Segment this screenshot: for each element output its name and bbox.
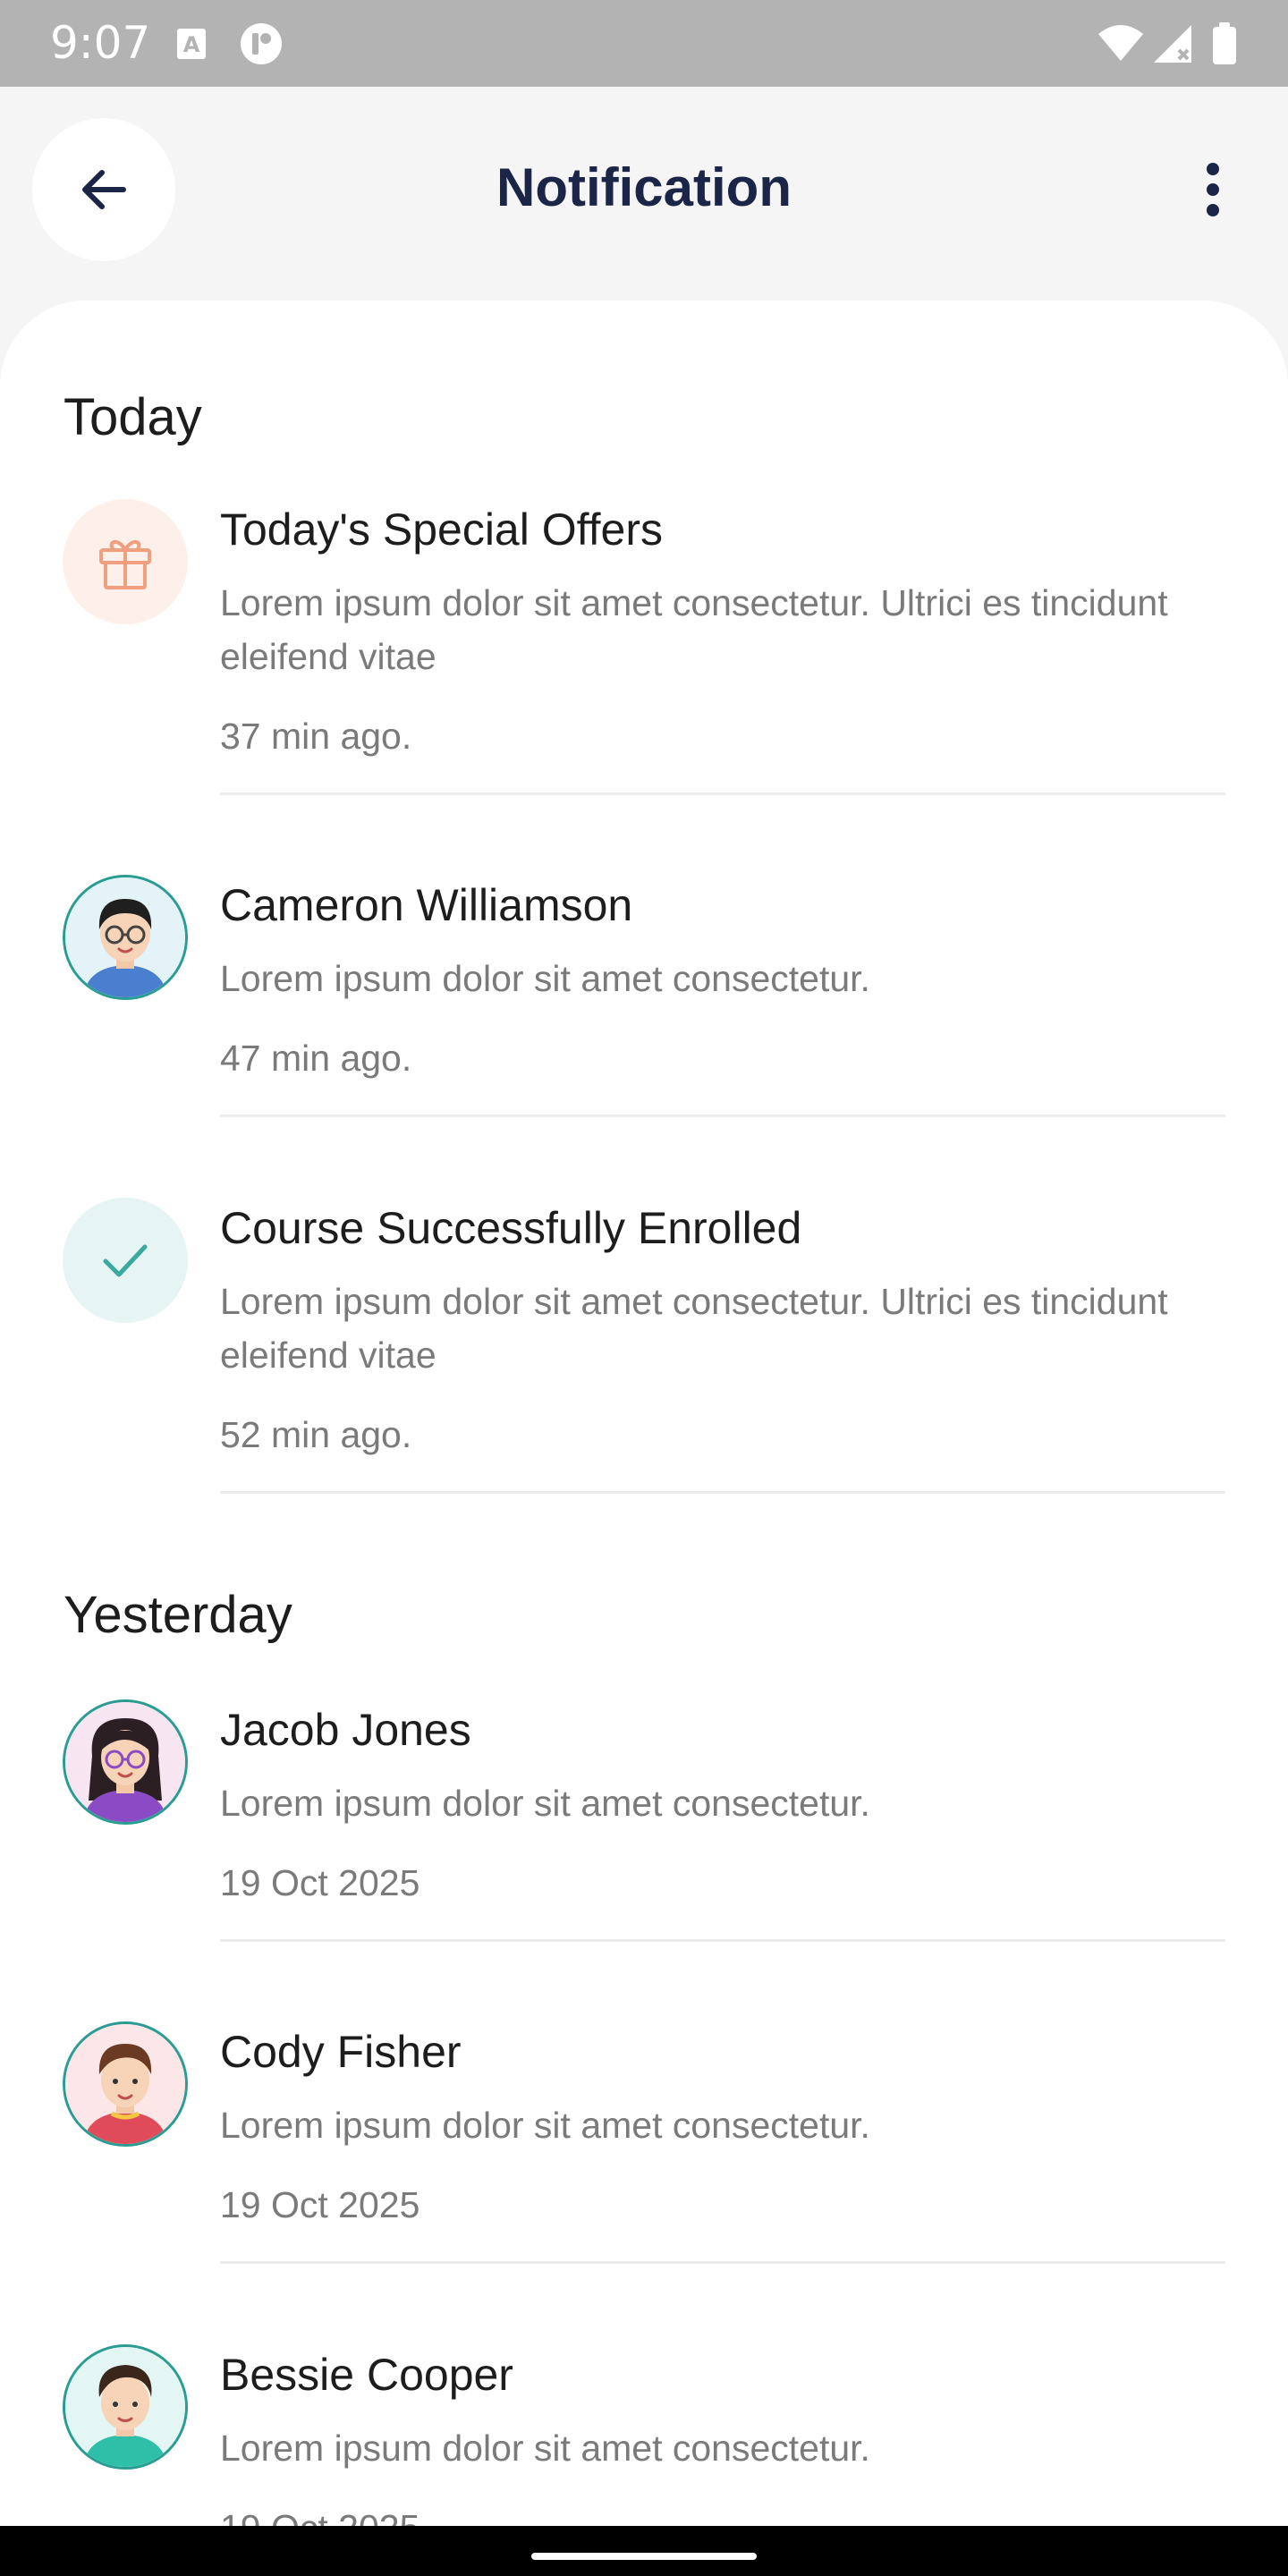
section-heading-yesterday: Yesterday — [64, 1586, 292, 1644]
avatar — [63, 875, 188, 1000]
notification-item[interactable]: Today's Special Offers Lorem ipsum dolor… — [0, 499, 1288, 795]
gift-icon-badge — [63, 499, 188, 624]
notification-item[interactable]: Jacob Jones Lorem ipsum dolor sit amet c… — [0, 1699, 1288, 1942]
page-title: Notification — [496, 157, 792, 217]
notification-body: Lorem ipsum dolor sit amet consectetur. — [220, 1783, 870, 1824]
notification-time: 19 Oct 2025 — [220, 2184, 420, 2225]
notification-title: Today's Special Offers — [220, 504, 663, 555]
avatar — [63, 1699, 188, 1825]
notification-body: Lorem ipsum dolor sit amet consectetur. … — [220, 582, 1168, 677]
notification-list: Today Today's Special Offers Lorem ipsum… — [0, 301, 1288, 2576]
divider — [220, 1939, 1225, 1942]
gift-icon — [99, 540, 151, 589]
divider — [220, 1114, 1225, 1117]
notification-title: Cody Fisher — [220, 2027, 462, 2077]
notification-item[interactable]: Bessie Cooper Lorem ipsum dolor sit amet… — [0, 2344, 1288, 2548]
notification-time: 47 min ago. — [220, 1038, 412, 1079]
check-icon-badge — [63, 1198, 188, 1323]
more-options-button[interactable] — [1177, 145, 1249, 234]
check-icon — [103, 1244, 148, 1277]
cellular-signal-icon — [1154, 25, 1191, 63]
man-avatar-icon — [65, 2024, 185, 2144]
notification-item[interactable]: Cameron Williamson Lorem ipsum dolor sit… — [0, 875, 1288, 1117]
notification-title: Bessie Cooper — [220, 2350, 513, 2400]
avatar — [63, 2021, 188, 2147]
header: Notification — [0, 87, 1288, 301]
notification-time: 52 min ago. — [220, 1414, 412, 1455]
home-gesture-handle[interactable] — [531, 2553, 757, 2560]
notification-body: Lorem ipsum dolor sit amet consectetur. — [220, 2105, 870, 2146]
section-heading-today: Today — [64, 388, 202, 446]
svg-text:A: A — [183, 32, 200, 57]
avatar — [63, 2344, 188, 2470]
notification-title: Course Successfully Enrolled — [220, 1203, 802, 1253]
notification-body: Lorem ipsum dolor sit amet consectetur. — [220, 958, 870, 999]
status-bar: 9:07 A — [0, 0, 1288, 87]
notification-body: Lorem ipsum dolor sit amet consectetur. — [220, 2428, 870, 2469]
notification-item[interactable]: Course Successfully Enrolled Lorem ipsum… — [0, 1198, 1288, 1494]
status-time: 9:07 — [50, 17, 151, 69]
divider — [220, 2261, 1225, 2264]
man-glasses-avatar-icon — [65, 877, 185, 997]
notification-title: Jacob Jones — [220, 1705, 471, 1755]
divider — [220, 792, 1225, 795]
woman-glasses-avatar-icon — [65, 1702, 185, 1822]
notification-screen: 9:07 A Notification Today Today's Specia… — [0, 0, 1288, 2576]
divider — [220, 1491, 1225, 1494]
wifi-icon — [1098, 25, 1143, 61]
battery-icon — [1213, 22, 1236, 64]
system-navigation-bar — [0, 2526, 1288, 2576]
app-notification-icon — [241, 23, 282, 64]
notification-time: 19 Oct 2025 — [220, 1862, 420, 1903]
notification-item[interactable]: Cody Fisher Lorem ipsum dolor sit amet c… — [0, 2021, 1288, 2264]
notification-body: Lorem ipsum dolor sit amet consectetur. … — [220, 1281, 1168, 1376]
accessibility-a-icon: A — [177, 29, 206, 59]
notification-time: 37 min ago. — [220, 716, 412, 757]
more-vertical-icon — [1207, 163, 1219, 216]
man-avatar-icon — [65, 2347, 185, 2467]
notification-title: Cameron Williamson — [220, 880, 633, 930]
